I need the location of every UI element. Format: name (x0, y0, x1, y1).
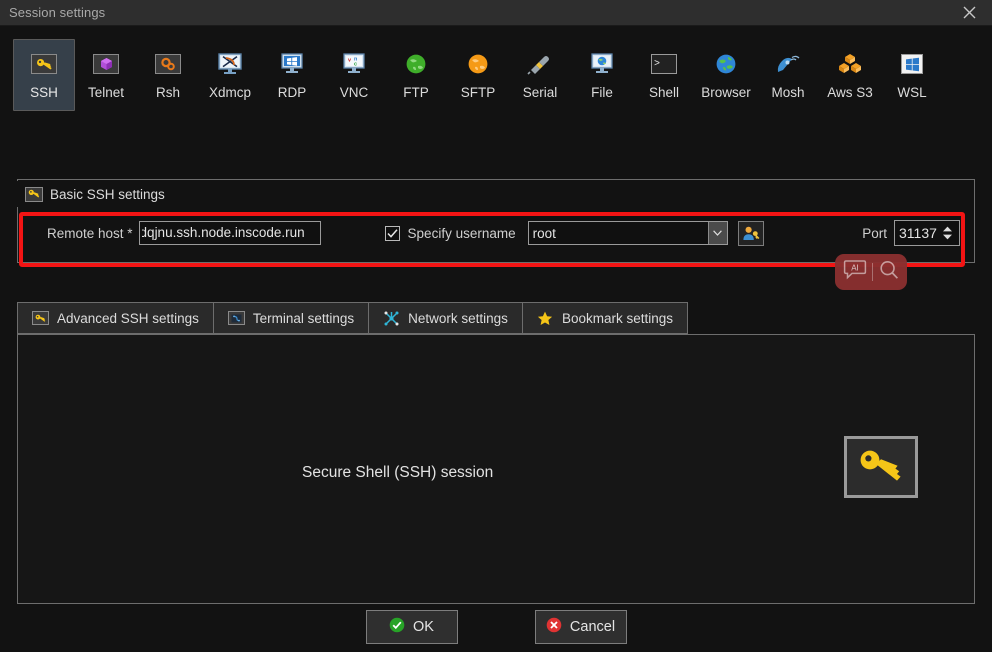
key-icon (29, 49, 59, 79)
panel-caption: Secure Shell (SSH) session (302, 464, 494, 481)
protocol-label: Browser (701, 85, 751, 100)
svg-text:v: v (348, 58, 351, 64)
protocol-label: Serial (522, 85, 558, 100)
group-title-text: Basic SSH settings (50, 186, 165, 202)
username-combobox[interactable]: root (527, 221, 728, 245)
orange-gears-icon (153, 49, 183, 79)
port-value[interactable]: 31137 (895, 225, 942, 241)
port-spinner[interactable]: 31137 (894, 220, 960, 246)
window-title: Session settings (9, 5, 106, 20)
specify-username-checkbox[interactable] (384, 225, 400, 241)
green-check-icon (389, 617, 405, 637)
ai-bubble-icon[interactable]: AI (843, 259, 867, 285)
protocol-item-rsh[interactable]: Rsh (137, 39, 199, 111)
key-icon (32, 311, 49, 325)
port-label: Port (862, 225, 887, 241)
user-key-icon[interactable] (737, 220, 764, 246)
protocol-label: Shell (648, 85, 680, 100)
tab-network-settings[interactable]: Network settings (368, 302, 522, 334)
tab-label: Advanced SSH settings (57, 310, 199, 326)
protocol-label: File (591, 85, 613, 100)
ai-search-floating-widget[interactable]: AI (835, 254, 907, 290)
network-nodes-icon (383, 311, 400, 326)
tab-advanced-ssh-settings[interactable]: Advanced SSH settings (17, 302, 213, 334)
ok-button[interactable]: OK (365, 610, 458, 644)
protocol-label: VNC (339, 85, 369, 100)
protocol-label: SFTP (460, 85, 496, 100)
svg-text:c: c (354, 61, 357, 67)
protocol-item-aws-s3[interactable]: Aws S3 (819, 39, 881, 111)
spinner-down-icon[interactable] (942, 234, 953, 240)
protocol-label: WSL (897, 85, 927, 100)
protocol-label: SSH (30, 85, 58, 100)
chevron-down-icon[interactable] (707, 222, 727, 244)
protocol-item-shell[interactable]: > Shell (633, 39, 695, 111)
tab-terminal-settings[interactable]: Terminal settings (212, 302, 369, 334)
window-titlebar: Session settings (0, 0, 992, 26)
protocol-label: RDP (277, 85, 307, 100)
protocol-item-file[interactable]: File (571, 39, 633, 111)
vnc-monitor-icon: v n c (339, 49, 369, 79)
protocol-item-browser[interactable]: Browser (695, 39, 757, 111)
protocol-label: Mosh (771, 85, 805, 100)
dialog-footer: OK Cancel (0, 610, 992, 644)
remote-host-label: Remote host * (47, 225, 133, 241)
widget-divider (871, 263, 873, 281)
key-icon (844, 436, 918, 498)
earth-globe-icon (711, 49, 741, 79)
protocol-item-mosh[interactable]: Mosh (757, 39, 819, 111)
protocol-item-ssh[interactable]: SSH (13, 39, 75, 111)
aws-s3-cubes-icon (835, 49, 865, 79)
protocol-label: Xdmcp (208, 85, 252, 100)
search-icon[interactable] (878, 259, 900, 286)
protocol-item-sftp[interactable]: SFTP (447, 39, 509, 111)
blue-globe-monitor-icon (587, 49, 617, 79)
session-settings-dialog: SSH Telnet Rsh Xdmcp RDP v n c VNC FTP S… (0, 26, 992, 652)
protocol-item-telnet[interactable]: Telnet (75, 39, 137, 111)
tab-bookmark-settings[interactable]: Bookmark settings (521, 302, 688, 334)
spinner-up-icon[interactable] (942, 226, 953, 232)
protocol-item-serial[interactable]: Serial (509, 39, 571, 111)
star-icon (537, 311, 554, 326)
protocol-item-vnc[interactable]: v n c VNC (323, 39, 385, 111)
protocol-item-wsl[interactable]: WSL (881, 39, 943, 111)
cancel-button[interactable]: Cancel (534, 610, 627, 644)
basic-ssh-form-row: Remote host * Specify username root (18, 220, 974, 246)
tab-label: Bookmark settings (561, 310, 673, 326)
purple-cube-icon (91, 49, 121, 79)
green-globe-icon (401, 49, 431, 79)
spinner-up-down-icon[interactable] (942, 226, 959, 240)
remote-host-input[interactable] (138, 221, 321, 245)
red-x-icon (546, 617, 562, 637)
username-value: root (532, 225, 556, 241)
protocol-label: FTP (403, 85, 429, 100)
orange-globe-icon (463, 49, 493, 79)
protocol-toolbar: SSH Telnet Rsh Xdmcp RDP v n c VNC FTP S… (0, 26, 992, 111)
satellite-dish-icon (773, 49, 803, 79)
svg-text:AI: AI (851, 263, 859, 272)
windows-monitor-icon (277, 49, 307, 79)
cancel-button-label: Cancel (569, 619, 616, 635)
protocol-label: Rsh (155, 85, 180, 100)
protocol-label: Aws S3 (827, 85, 873, 100)
terminal-prompt-icon: > (649, 49, 679, 79)
specify-username-checkbox-wrap[interactable]: Specify username (384, 225, 516, 241)
protocol-item-ftp[interactable]: FTP (385, 39, 447, 111)
ssh-session-panel: Secure Shell (SSH) session (17, 334, 975, 604)
basic-ssh-settings-group-title: Basic SSH settings (17, 181, 175, 207)
protocol-item-rdp[interactable]: RDP (261, 39, 323, 111)
serial-plug-icon (525, 49, 555, 79)
terminal-settings-icon (227, 311, 245, 325)
tab-label: Network settings (408, 310, 508, 326)
specify-username-label: Specify username (407, 225, 516, 241)
key-icon (25, 186, 43, 202)
protocol-item-xdmcp[interactable]: Xdmcp (199, 39, 261, 111)
x-monitor-icon (215, 49, 245, 79)
ok-button-label: OK (413, 619, 434, 635)
close-icon[interactable] (946, 0, 992, 25)
settings-tabstrip: Advanced SSH settings Terminal settings (17, 302, 688, 334)
windows-logo-icon (897, 49, 927, 79)
tab-label: Terminal settings (252, 310, 355, 326)
protocol-label: Telnet (87, 85, 125, 100)
